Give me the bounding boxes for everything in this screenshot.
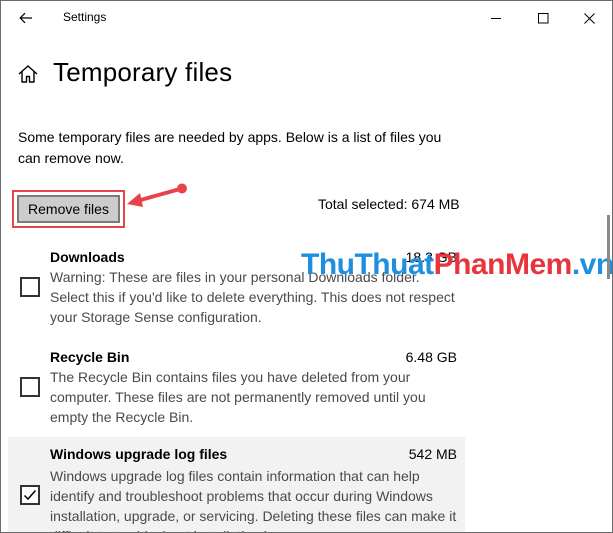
item-name: Windows upgrade log files [50, 446, 228, 462]
item-description: The Recycle Bin contains files you have … [50, 369, 426, 425]
item-description: Windows upgrade log files contain inform… [50, 468, 457, 532]
watermark-part-1: ThuThuat [301, 248, 434, 281]
total-selected: Total selected: 674 MB [318, 196, 460, 212]
minimize-icon [490, 17, 501, 19]
checkbox-recycle-bin[interactable] [20, 377, 40, 397]
title-bar: Settings [1, 1, 612, 35]
vertical-scrollbar[interactable] [605, 35, 612, 532]
remove-files-button[interactable]: Remove files [17, 195, 120, 223]
item-name: Downloads [50, 249, 125, 265]
item-size: 6.48 GB [405, 349, 457, 365]
back-button[interactable] [9, 3, 43, 33]
checkbox-windows-upgrade-log[interactable] [20, 485, 40, 505]
maximize-button[interactable] [520, 1, 566, 35]
scrollbar-thumb[interactable] [607, 215, 610, 279]
minimize-button[interactable] [473, 1, 519, 35]
intro-text: Some temporary files are needed by apps.… [18, 129, 442, 166]
maximize-icon [537, 12, 548, 23]
home-icon[interactable] [17, 63, 39, 85]
page-title: Temporary files [53, 57, 233, 87]
checkmark-icon [23, 490, 37, 501]
window-title: Settings [63, 10, 107, 24]
list-item-recycle-bin[interactable]: Recycle Bin 6.48 GB The Recycle Bin cont… [8, 341, 465, 433]
watermark: ThuThuatPhanMem.vn [301, 248, 612, 282]
annotation-arrow-icon [127, 183, 187, 207]
item-size: 542 MB [408, 446, 457, 462]
settings-window: Settings Temporary files Some temporary … [0, 0, 613, 533]
close-icon [583, 12, 595, 24]
list-item-windows-upgrade-log[interactable]: Windows upgrade log files 542 MB Windows… [8, 437, 465, 532]
back-arrow-icon [19, 12, 32, 24]
checkbox-downloads[interactable] [20, 277, 40, 297]
close-button[interactable] [566, 1, 612, 35]
item-name: Recycle Bin [50, 349, 130, 365]
watermark-part-2: PhanMem [433, 248, 573, 281]
